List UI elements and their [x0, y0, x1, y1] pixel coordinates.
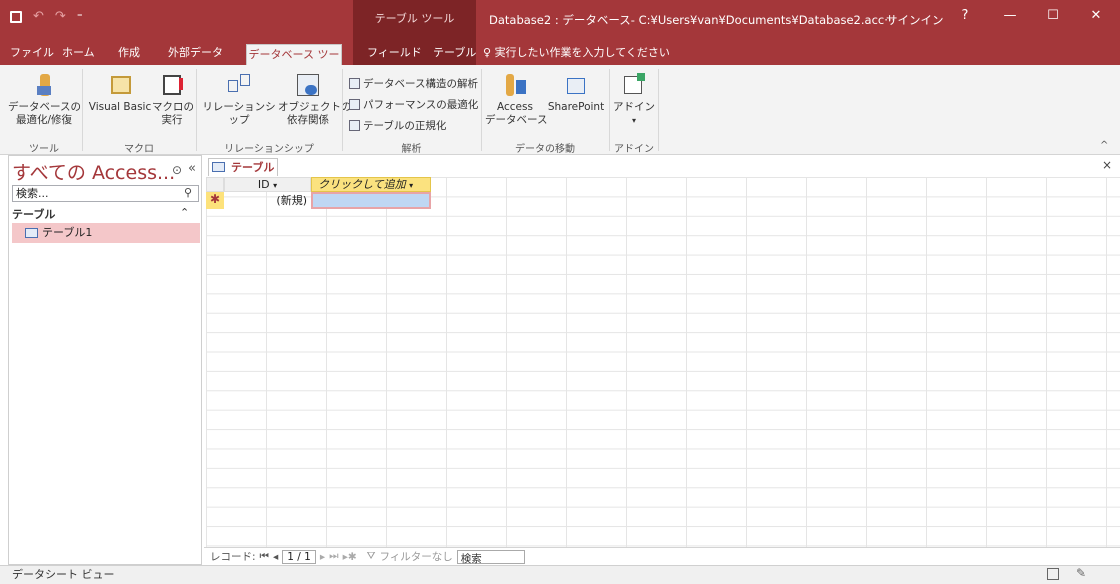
- search-icon[interactable]: ⚲: [184, 186, 192, 199]
- visual-basic-icon: [107, 72, 133, 98]
- macro-icon: [159, 72, 185, 98]
- column-header-id[interactable]: ID ▾: [224, 177, 311, 192]
- window-title: Database2 : データベース- C:¥Users¥van¥Documen…: [489, 13, 896, 27]
- group-label-analyze: 解析: [401, 144, 422, 155]
- analyze-database-button[interactable]: データベース構造の解析: [349, 76, 478, 91]
- group-label-addins: アドイン: [614, 144, 654, 155]
- column-header-add[interactable]: クリックして追加 ▾: [311, 177, 431, 192]
- shutter-bar-icon[interactable]: «: [188, 161, 196, 176]
- last-record-icon[interactable]: ⏭: [329, 550, 338, 563]
- normalize-table-icon: [349, 120, 360, 131]
- next-record-icon[interactable]: ▸: [320, 551, 325, 563]
- nav-search-input[interactable]: 検索...: [12, 185, 199, 202]
- sharepoint-button[interactable]: SharePoint: [544, 72, 608, 114]
- group-separator: [342, 69, 343, 151]
- status-bar: データシート ビュー: [0, 565, 1120, 584]
- analyze-table-button[interactable]: テーブルの正規化: [349, 118, 446, 133]
- context-tab-title: テーブル ツール: [353, 0, 476, 38]
- relationships-icon: [226, 72, 252, 98]
- relationships-button[interactable]: リレーションシップ: [200, 72, 278, 127]
- run-macro-button[interactable]: マクロの 実行: [152, 72, 194, 127]
- datasheet-view-icon[interactable]: [1047, 568, 1059, 580]
- nav-item-table1[interactable]: テーブル1: [12, 223, 200, 243]
- add-field-dropdown-icon[interactable]: ▾: [409, 181, 413, 190]
- new-row-id-cell[interactable]: (新規): [224, 192, 311, 209]
- customize-qat-icon[interactable]: ⁼: [77, 10, 83, 23]
- table-icon: [25, 228, 38, 238]
- signin-link[interactable]: サインイン: [886, 12, 944, 28]
- lightbulb-icon: ♀: [483, 46, 495, 59]
- tab-home[interactable]: ホーム: [62, 44, 95, 60]
- nav-group-header[interactable]: テーブル ⌃: [12, 206, 199, 223]
- tell-me-box[interactable]: ♀ 実行したい作業を入力してください: [483, 44, 670, 60]
- group-label-move-data: データの移動: [515, 144, 575, 155]
- access-db-move-button[interactable]: Access データベース: [485, 72, 547, 127]
- group-label-tools: ツール: [29, 144, 59, 155]
- datasheet-grid[interactable]: [206, 177, 1120, 547]
- tab-file[interactable]: ファイル: [10, 44, 54, 60]
- collapse-ribbon-icon[interactable]: ^: [1100, 140, 1108, 151]
- filter-icon: ⛛: [366, 550, 376, 562]
- compact-db-icon: [31, 72, 57, 98]
- quick-access-toolbar: ↶ ↷ ⁼: [10, 9, 83, 24]
- tab-create[interactable]: 作成: [118, 44, 140, 60]
- close-button[interactable]: ✕: [1086, 8, 1106, 23]
- group-separator: [609, 69, 610, 151]
- compact-repair-button[interactable]: データベースの 最適化/修復: [8, 72, 81, 127]
- group-separator: [82, 69, 83, 151]
- new-row-add-cell[interactable]: [311, 192, 431, 209]
- sort-dropdown-icon[interactable]: ▾: [273, 181, 277, 190]
- addins-icon: [621, 72, 647, 98]
- minimize-button[interactable]: —: [1000, 8, 1020, 23]
- maximize-button[interactable]: ☐: [1043, 8, 1063, 23]
- nav-pane-title[interactable]: すべての Access...: [12, 158, 175, 185]
- collapse-group-icon: ⌃: [180, 206, 190, 219]
- close-document-button[interactable]: ×: [1102, 158, 1112, 172]
- nav-dropdown-icon[interactable]: ⊙: [172, 163, 182, 177]
- visual-basic-button[interactable]: Visual Basic: [86, 72, 154, 114]
- record-navigation: レコード: ⏮ ◂ 1 / 1 ▸ ⏭ ▸✱ ⛛ フィルターなし 検索: [204, 547, 1120, 565]
- filter-status[interactable]: フィルターなし: [380, 549, 453, 564]
- group-separator: [481, 69, 482, 151]
- sharepoint-icon: [563, 72, 589, 98]
- prev-record-icon[interactable]: ◂: [273, 551, 278, 563]
- analyze-performance-button[interactable]: パフォーマンスの最適化: [349, 97, 478, 112]
- undo-icon[interactable]: ↶: [33, 9, 44, 24]
- group-separator: [658, 69, 659, 151]
- record-position-input[interactable]: 1 / 1: [282, 549, 316, 564]
- save-icon[interactable]: [10, 10, 22, 23]
- tab-database-tools[interactable]: データベース ツール: [246, 44, 342, 81]
- context-tabs: フィールド テーブル: [353, 38, 476, 65]
- analyze-db-icon: [349, 78, 360, 89]
- performance-icon: [349, 99, 360, 110]
- object-dependencies-icon: [295, 72, 321, 98]
- redo-icon[interactable]: ↷: [55, 9, 66, 24]
- first-record-icon[interactable]: ⏮: [260, 550, 269, 563]
- group-separator: [196, 69, 197, 151]
- new-record-icon[interactable]: ▸✱: [343, 551, 357, 563]
- addins-dropdown-icon: ▾: [631, 116, 636, 125]
- tab-table[interactable]: テーブル: [433, 44, 476, 60]
- new-record-selector[interactable]: ✱: [206, 192, 224, 209]
- group-label-relationships: リレーションシップ: [224, 144, 314, 155]
- table-tab-icon: [212, 162, 225, 172]
- object-dependencies-button[interactable]: オブジェクトの 依存関係: [278, 72, 352, 127]
- design-view-icon[interactable]: ✎: [1076, 566, 1086, 580]
- addins-button[interactable]: アドイン ▾: [612, 72, 656, 127]
- help-button[interactable]: ?: [955, 8, 975, 23]
- record-search-input[interactable]: 検索: [456, 549, 525, 565]
- tab-field[interactable]: フィールド: [367, 44, 422, 60]
- title-bar: ↶ ↷ ⁼ テーブル ツール Database2 : データベース- C:¥Us…: [0, 0, 1120, 38]
- access-db-icon: [502, 72, 528, 98]
- tab-external-data[interactable]: 外部データ: [168, 44, 223, 60]
- select-all-cell[interactable]: [206, 177, 224, 192]
- group-label-macro: マクロ: [124, 144, 154, 155]
